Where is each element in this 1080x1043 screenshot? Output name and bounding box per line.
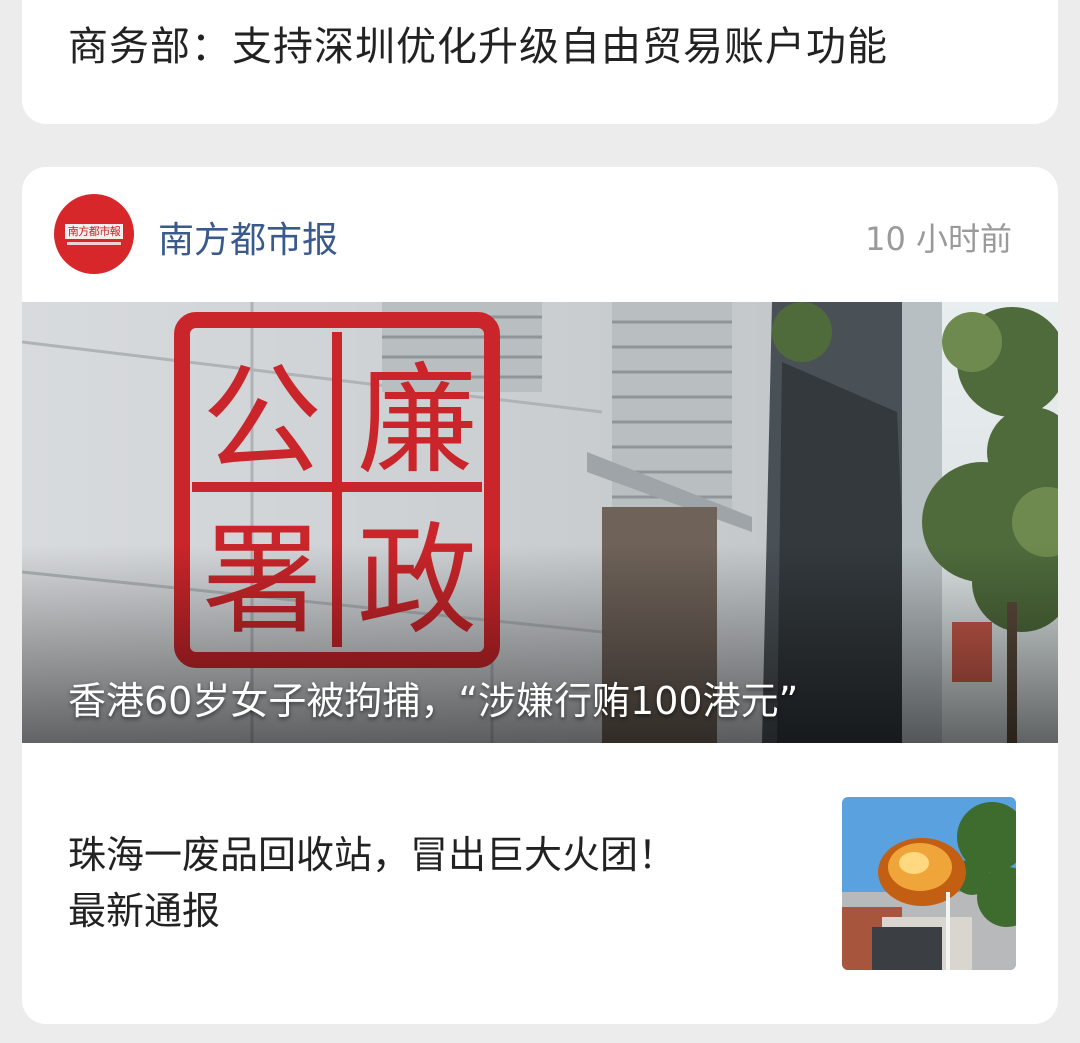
- source-logo-underline: [67, 241, 121, 245]
- fireball-thumbnail-icon: [842, 797, 1016, 970]
- news-card-top[interactable]: 商务部：支持深圳优化升级自由贸易账户功能: [22, 0, 1058, 124]
- news-headline[interactable]: 商务部：支持深圳优化升级自由贸易账户功能: [68, 14, 888, 72]
- hero-news-title[interactable]: 香港60岁女子被拘捕，“涉嫌行贿100港元”: [68, 670, 798, 725]
- source-name[interactable]: 南方都市报: [158, 211, 338, 263]
- publish-time: 10 小时前: [865, 220, 1012, 258]
- news-card-source[interactable]: 南方都市報 南方都市报 10 小时前 香港60岁女子被拘捕，“涉嫌行贿100港元…: [22, 167, 1058, 1024]
- news-item-title-line2: 最新通报: [68, 889, 221, 933]
- hero-news-item[interactable]: 廉 政 公 署 香港60岁女子被拘捕，“涉嫌行贿100港元”: [22, 302, 1058, 743]
- source-logo-text: 南方都市報: [64, 223, 124, 239]
- news-item-thumbnail[interactable]: [842, 797, 1016, 970]
- source-logo[interactable]: 南方都市報: [54, 194, 134, 274]
- news-item-title-line1: 珠海一废品回收站，冒出巨大火团！: [68, 833, 677, 877]
- news-item-title[interactable]: 珠海一废品回收站，冒出巨大火团！ 最新通报: [68, 827, 808, 939]
